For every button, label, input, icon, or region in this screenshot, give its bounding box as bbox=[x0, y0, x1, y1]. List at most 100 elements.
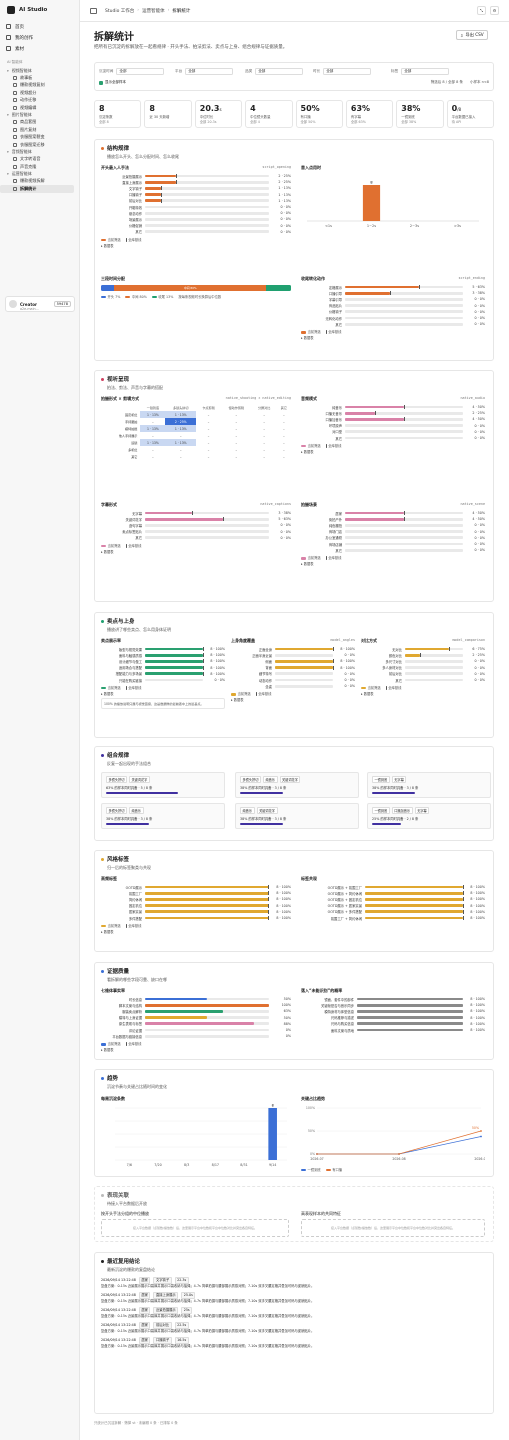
legend-current: 当前筛选 bbox=[101, 923, 121, 928]
sidebar-item-2-1[interactable]: 声音克隆 bbox=[0, 163, 74, 171]
sidebar-item-1-0[interactable]: 商品套图 bbox=[0, 119, 74, 127]
sidebar-item-0-4[interactable]: 视频编辑 bbox=[0, 104, 74, 112]
legend-label: 当前筛选 bbox=[237, 692, 251, 697]
settings-icon[interactable]: ⚙ bbox=[490, 6, 499, 15]
bar-track bbox=[345, 511, 463, 516]
export-csv-button[interactable]: ⇩ 导出 CSV bbox=[456, 30, 488, 40]
breadcrumb-2[interactable]: 运营智能体 bbox=[142, 8, 165, 14]
sidebar-item-2-0[interactable]: 文字转语音 bbox=[0, 156, 74, 164]
filter-select[interactable]: 全部 bbox=[185, 67, 234, 75]
bar-label: 价格促销 bbox=[128, 224, 142, 229]
matrix-cell: – bbox=[263, 440, 265, 445]
matrix-cell: – bbox=[207, 419, 210, 424]
sidebar-top-0[interactable]: 首页 bbox=[0, 22, 79, 31]
bar-value: 8 · 100% bbox=[276, 891, 291, 896]
bar-list: 无字幕 3 · 38% 关键词花字 5 · 63% 逐句字幕 0 · 0% 卖点标签贴片 0 … bbox=[101, 510, 291, 541]
bar-track bbox=[405, 672, 463, 676]
data-table-toggle[interactable]: ▸ 数据表 bbox=[101, 929, 291, 934]
recent-text: 复盘方案：0-15s 近景展示展示口袋裤并展示口袋收纳与抽绳；4-7s 简单拍摄… bbox=[101, 1314, 315, 1318]
bar-value: 0 · 0% bbox=[344, 684, 355, 689]
data-table-toggle[interactable]: ▸ 数据表 bbox=[101, 243, 291, 248]
stat-label: 近 30 天新增 bbox=[149, 115, 170, 119]
sidebar-group-2[interactable]: ▾ 音频智能体 bbox=[0, 149, 79, 156]
show-all-checkbox[interactable]: 显示全部样本 bbox=[99, 80, 126, 85]
data-label: 50% bbox=[472, 1126, 479, 1130]
baseline-marker bbox=[268, 916, 269, 921]
breadcrumb-1[interactable]: Studio 工作台 bbox=[105, 8, 134, 14]
stat-card: 4 中位镜头数量 全部 4 bbox=[245, 100, 293, 128]
bar-value: 8 · 100% bbox=[210, 647, 225, 652]
filter-select[interactable]: 全部 bbox=[323, 67, 372, 75]
structure-sub: 播放怎么开头、怎么分配时间、怎么收尾 bbox=[107, 154, 179, 159]
bar-fill bbox=[345, 511, 404, 515]
sidebar-item-1-2[interactable]: 衣服图案裂变 bbox=[0, 134, 74, 142]
sidebar-item-0-2[interactable]: 视频超分 bbox=[0, 89, 74, 97]
user-card[interactable]: Creator a2e-main... 59478 bbox=[5, 296, 75, 312]
recent-tag: 文字钩子 bbox=[153, 1277, 172, 1284]
bar-value: 8 · 100% bbox=[470, 997, 485, 1002]
data-table-toggle[interactable]: ▸ 数据表 bbox=[301, 335, 485, 340]
data-table-toggle[interactable]: ▸ 数据表 bbox=[101, 549, 291, 554]
filter-select[interactable]: 全部 bbox=[255, 67, 304, 75]
bar-track bbox=[345, 322, 463, 326]
stat-number: 63% bbox=[350, 104, 371, 113]
sidebar-item-0-0[interactable]: 故事板 bbox=[0, 74, 74, 82]
matrix-cell: – bbox=[263, 454, 265, 459]
ratio-svg: 0% 50% 100% 2026-07 2026-08 2026-09 50% bbox=[306, 1106, 488, 1161]
legend-label: 全库基线 bbox=[328, 330, 342, 335]
data-table-toggle[interactable]: ▸ 数据表 bbox=[361, 691, 485, 696]
sidebar-toggle-icon[interactable] bbox=[90, 7, 97, 14]
toggle-label: 数据表 bbox=[103, 930, 114, 935]
filter-value: 全部 bbox=[119, 68, 127, 73]
data-table-toggle[interactable]: ▸ 数据表 bbox=[301, 449, 485, 454]
first-shot-chart: 首入点用时 <1s 8 1~2s 2~3s >3s bbox=[301, 165, 485, 232]
legend-swatch-icon bbox=[151, 295, 157, 299]
sidebar-item-1-1[interactable]: 图片复刻 bbox=[0, 126, 74, 134]
bar-label: 环境原声 bbox=[328, 424, 342, 429]
sidebar-item-1-3[interactable]: 衣服图案迁移 bbox=[0, 141, 74, 149]
sidebar-group-1[interactable]: ▾ 图片智能体 bbox=[0, 112, 79, 119]
legend-current: 当前筛选 bbox=[361, 685, 381, 690]
sidebar-item-0-3[interactable]: 动作迁移 bbox=[0, 97, 74, 105]
sidebar-top-label: 我的创作 bbox=[15, 35, 33, 41]
legend-swatch-icon bbox=[125, 543, 127, 548]
translate-icon[interactable]: ⤡ bbox=[477, 6, 486, 15]
filter-select[interactable]: 全部 bbox=[116, 67, 165, 75]
bar-label: 多尺寸对比 bbox=[385, 659, 402, 664]
sidebar-top-1[interactable]: 我的创作 bbox=[0, 33, 79, 42]
sidebar-item-3-1[interactable]: 拆解统计 bbox=[0, 185, 74, 193]
bar-fill bbox=[345, 517, 404, 521]
sidebar-item-0-1[interactable]: 爆款视频复刻 bbox=[0, 82, 74, 90]
stat-card: 8 近 30 天新增 bbox=[144, 100, 192, 128]
series-point bbox=[398, 1153, 400, 1155]
stat-value: 63% bbox=[351, 104, 388, 113]
legend-swatch-icon bbox=[301, 1168, 306, 1172]
chevron-down-icon: ▾ bbox=[7, 113, 9, 117]
bar-label: OOTD展示 + 氛围工厂 bbox=[327, 885, 362, 890]
sidebar-group-0[interactable]: ▾ 视频智能体 bbox=[0, 67, 79, 74]
toggle-label: 数据表 bbox=[103, 692, 114, 697]
stat-number: 50% bbox=[300, 104, 320, 113]
filter-select[interactable]: 全部 bbox=[401, 67, 450, 75]
bar-label: 无字幕 bbox=[132, 511, 142, 516]
data-table-toggle[interactable]: ▸ 数据表 bbox=[231, 697, 355, 702]
sidebar-top-2[interactable]: 素材 bbox=[0, 44, 79, 53]
sidebar-item-3-0[interactable]: 爆款视频拆解 bbox=[0, 178, 74, 186]
bar-value: 8 · 100% bbox=[276, 885, 291, 890]
bar-label: 定格展示 bbox=[328, 285, 342, 290]
legend-label: 中间 80% bbox=[131, 295, 147, 299]
recent-time: 2026/09/14 13:22:48 bbox=[101, 1308, 136, 1312]
angles-chart: 上身角度覆盖 model_angles 正面全身 8 · 100% 正面半身近景 0 ·… bbox=[231, 638, 355, 702]
data-table-toggle[interactable]: ▸ 数据表 bbox=[301, 561, 485, 566]
matrix-col-label: 慢动作剪辑 bbox=[228, 406, 245, 410]
data-table-toggle[interactable]: ▸ 数据表 bbox=[101, 1047, 291, 1052]
x-tick-label: 2026-08 bbox=[392, 1157, 405, 1161]
baseline-marker bbox=[202, 659, 204, 664]
legend-current: 当前筛选 bbox=[301, 443, 321, 448]
sidebar-item-label: 爆款视频拆解 bbox=[20, 178, 45, 184]
fill-rate-chart: 七维体事实率 时长信息 50% 脚本文案与结构 100% 服装卖点解析 63% 模特与上身证… bbox=[101, 988, 291, 1052]
sidebar-group-3[interactable]: ▾ 运营智能体 bbox=[0, 171, 79, 178]
data-table-toggle[interactable]: ▸ 数据表 bbox=[101, 691, 225, 696]
bar-value: 8 · 100% bbox=[210, 671, 225, 676]
bar-fill bbox=[145, 193, 162, 197]
